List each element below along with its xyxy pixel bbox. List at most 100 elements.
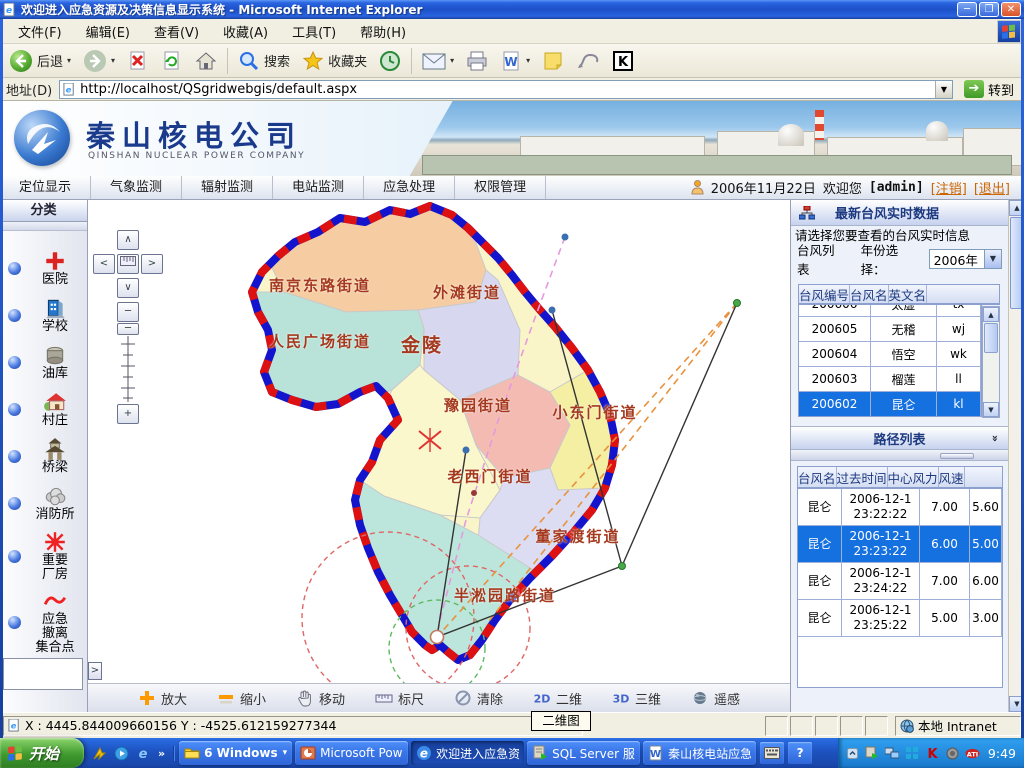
pan-right-button[interactable]: > (141, 254, 163, 274)
map-tool-button[interactable]: 放大 (138, 689, 187, 708)
path-table-row[interactable]: 昆仑 2006-12-1 23:23:22 6.00 5.00 (798, 526, 1002, 563)
scroll-down-icon[interactable]: ▼ (983, 402, 999, 417)
path-table-row[interactable]: 昆仑 2006-12-1 23:24:22 7.00 6.00 (798, 563, 1002, 600)
taskbar-window-button[interactable]: e 欢迎进入应急资... (411, 741, 524, 765)
forward-button[interactable]: ▾ (78, 47, 120, 75)
discuss-button[interactable] (571, 48, 605, 74)
media-player-icon[interactable] (114, 746, 129, 761)
pan-down-button[interactable]: ∨ (117, 278, 139, 298)
typhoon-table-row[interactable]: 200604 悟空 wk (799, 342, 981, 367)
sidebar-category-item[interactable]: 重要 厂房 (0, 527, 87, 586)
path-table-row[interactable]: 昆仑 2006-12-1 23:25:22 5.00 3.00 (798, 600, 1002, 637)
edit-word-button[interactable]: W▾ (495, 48, 535, 74)
pan-up-button[interactable]: ∧ (117, 230, 139, 250)
taskbar-window-button[interactable]: 6 Windows Expl... (179, 741, 292, 765)
nav-tab[interactable]: 定位显示 (0, 176, 91, 199)
address-input[interactable]: e http://localhost/QSgridwebgis/default.… (59, 80, 953, 99)
minimize-button[interactable]: ─ (957, 2, 977, 17)
sidebar-category-item[interactable]: 桥梁 (0, 433, 87, 480)
year-dropdown-icon[interactable]: ▼ (984, 250, 1001, 268)
splitter-handle[interactable] (940, 453, 974, 459)
sidebar-category-item[interactable]: 油库 (0, 339, 87, 386)
typhoon-table-row[interactable]: 200603 榴莲 ll (799, 367, 981, 392)
layer-toggle-icon[interactable] (8, 309, 21, 322)
nav-tab[interactable]: 权限管理 (455, 176, 546, 199)
refresh-button[interactable] (156, 48, 188, 74)
address-dropdown-button[interactable]: ▼ (935, 81, 952, 98)
map-tool-button[interactable]: 移动 (296, 689, 345, 708)
close-button[interactable]: ✕ (1001, 2, 1021, 17)
tray-ati-icon[interactable]: ATI (965, 746, 980, 761)
zoom-in-step-button[interactable]: + (117, 404, 139, 424)
map-tool-button[interactable]: 标尺 (375, 689, 424, 708)
menu-item[interactable]: 帮助(H) (348, 23, 418, 44)
history-button[interactable] (374, 48, 406, 74)
typhoon-table-scrollbar[interactable]: ▲ ▼ (982, 306, 1000, 418)
quicklaunch-overflow-icon[interactable]: » (158, 747, 165, 760)
tray-antivirus-icon[interactable]: K (925, 746, 940, 761)
sidebar-category-item[interactable]: 医院 (0, 245, 87, 292)
taskbar-window-button[interactable]: SQL Server 服务... (527, 741, 640, 765)
window-titlebar[interactable]: e 欢迎进入应急资源及决策信息显示系统 - Microsoft Internet… (0, 0, 1024, 19)
layer-toggle-icon[interactable] (8, 403, 21, 416)
taskbar-clock[interactable]: 9:49 (988, 746, 1016, 761)
help-tray-button[interactable]: ? (788, 742, 812, 764)
taskbar-window-button[interactable]: W 秦山核电站应急... (643, 741, 756, 765)
map-tool-button[interactable]: 清除 (454, 689, 503, 708)
path-table-row[interactable]: 昆仑 2006-12-1 23:22:22 7.00 5.60 (798, 489, 1002, 526)
path-list-header[interactable]: 路径列表 « (791, 426, 1008, 450)
layer-toggle-icon[interactable] (8, 356, 21, 369)
typhoon-table-row[interactable]: 200602 昆仑 kl (799, 392, 981, 417)
scale-button[interactable] (117, 254, 139, 274)
nav-tab[interactable]: 气象监测 (91, 176, 182, 199)
typhoon-table-row[interactable]: 200605 无稽 wj (799, 317, 981, 342)
sidebar-category-item[interactable]: 应急 撤离 集合点 (0, 586, 87, 659)
panel-splitter[interactable] (791, 451, 1008, 461)
sidebar-category-item[interactable]: 学校 (0, 292, 87, 339)
zoom-slider-handle[interactable]: ─ (117, 323, 139, 335)
favorites-button[interactable]: 收藏夹 (297, 48, 372, 74)
stop-button[interactable] (122, 48, 154, 74)
maximize-button[interactable]: ❐ (979, 2, 999, 17)
map-tool-button[interactable]: 3D 三维 (612, 689, 661, 708)
mail-button[interactable]: ▾ (417, 49, 459, 73)
back-button[interactable]: 后退▾ (4, 47, 76, 75)
menu-item[interactable]: 文件(F) (6, 23, 74, 44)
layer-toggle-icon[interactable] (8, 616, 21, 629)
sidebar-category-item[interactable]: 消防所 (0, 480, 87, 527)
layer-toggle-icon[interactable] (8, 497, 21, 510)
sidebar-expand-button[interactable]: > (88, 662, 102, 680)
search-button[interactable]: 搜索 (233, 48, 295, 74)
menu-item[interactable]: 查看(V) (142, 23, 211, 44)
tray-network-icon[interactable] (885, 746, 900, 761)
exit-link[interactable]: [退出] (974, 178, 1010, 197)
year-select[interactable]: 2006年 ▼ (929, 249, 1002, 269)
map-tool-button[interactable]: 2D 二维 (533, 689, 582, 708)
tray-volume-icon[interactable] (945, 746, 960, 761)
input-method-button[interactable] (760, 742, 784, 764)
sidebar-list-box[interactable] (3, 658, 83, 690)
pan-left-button[interactable]: < (93, 254, 115, 274)
sidebar-category-item[interactable]: 村庄 (0, 386, 87, 433)
layer-toggle-icon[interactable] (8, 550, 21, 563)
show-desktop-icon[interactable] (92, 746, 107, 761)
layer-toggle-icon[interactable] (8, 450, 21, 463)
scroll-thumb[interactable] (984, 323, 998, 353)
nav-tab[interactable]: 辐射监测 (182, 176, 273, 199)
layer-toggle-icon[interactable] (8, 262, 21, 275)
logout-link[interactable]: [注销] (931, 178, 967, 197)
ie-quicklaunch-icon[interactable]: e (136, 746, 151, 761)
notes-button[interactable] (537, 48, 569, 74)
map-tool-button[interactable]: 遥感 (691, 689, 740, 708)
menu-item[interactable]: 编辑(E) (74, 23, 142, 44)
zoom-out-step-button[interactable]: ─ (117, 302, 139, 322)
print-button[interactable] (461, 48, 493, 74)
tray-grid-icon[interactable] (905, 746, 920, 761)
tray-chevron-icon[interactable] (845, 746, 860, 761)
typhoon-table-row[interactable]: 200606 太虚 tx (799, 305, 981, 317)
nav-tab[interactable]: 应急处理 (364, 176, 455, 199)
k-tool-button[interactable]: K (607, 48, 639, 74)
map-canvas[interactable]: 南京东路街道外滩街道人民广场街道金陵豫园街道小东门街道老西门街道董家渡街道半淞园… (88, 200, 790, 683)
scroll-up-icon[interactable]: ▲ (983, 307, 999, 322)
menu-item[interactable]: 工具(T) (280, 23, 348, 44)
